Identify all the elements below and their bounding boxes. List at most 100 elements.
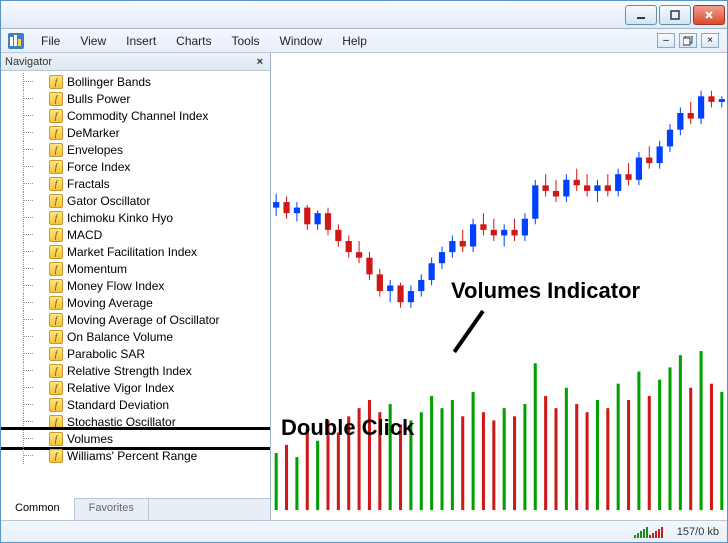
indicator-icon: f: [49, 330, 63, 344]
indicator-label: MACD: [67, 228, 102, 242]
indicator-icon: f: [49, 432, 63, 446]
indicator-icon: f: [49, 92, 63, 106]
connection-icon: [634, 526, 663, 538]
tab-favorites[interactable]: Favorites: [75, 499, 149, 520]
indicator-standard-deviation[interactable]: f Standard Deviation: [1, 396, 270, 413]
indicator-icon: f: [49, 109, 63, 123]
indicator-label: Fractals: [67, 177, 110, 191]
indicator-icon: f: [49, 211, 63, 225]
chart-area[interactable]: Volumes Indicator Double Click: [271, 53, 727, 520]
mdi-minimize-button[interactable]: –: [657, 33, 675, 48]
indicator-moving-average[interactable]: f Moving Average: [1, 294, 270, 311]
indicator-label: On Balance Volume: [67, 330, 173, 344]
indicator-market-facilitation-index[interactable]: f Market Facilitation Index: [1, 243, 270, 260]
indicator-label: Standard Deviation: [67, 398, 169, 412]
indicator-momentum[interactable]: f Momentum: [1, 260, 270, 277]
indicator-force-index[interactable]: f Force Index: [1, 158, 270, 175]
indicator-label: Moving Average of Oscillator: [67, 313, 220, 327]
indicator-commodity-channel-index[interactable]: f Commodity Channel Index: [1, 107, 270, 124]
menu-file[interactable]: File: [31, 31, 70, 51]
indicator-icon: f: [49, 245, 63, 259]
menu-view[interactable]: View: [70, 31, 116, 51]
indicator-fractals[interactable]: f Fractals: [1, 175, 270, 192]
indicator-icon: f: [49, 160, 63, 174]
indicator-icon: f: [49, 381, 63, 395]
indicator-icon: f: [49, 313, 63, 327]
indicator-icon: f: [49, 75, 63, 89]
indicator-icon: f: [49, 449, 63, 463]
indicator-volumes[interactable]: f Volumes: [1, 430, 270, 447]
indicator-label: Momentum: [67, 262, 127, 276]
maximize-button[interactable]: [659, 5, 691, 25]
indicator-gator-oscillator[interactable]: f Gator Oscillator: [1, 192, 270, 209]
indicator-icon: f: [49, 262, 63, 276]
menu-charts[interactable]: Charts: [166, 31, 221, 51]
indicator-macd[interactable]: f MACD: [1, 226, 270, 243]
indicator-icon: f: [49, 415, 63, 429]
mdi-close-button[interactable]: ×: [701, 33, 719, 48]
indicator-label: Bollinger Bands: [67, 75, 151, 89]
tab-common[interactable]: Common: [1, 498, 75, 520]
indicator-parabolic-sar[interactable]: f Parabolic SAR: [1, 345, 270, 362]
indicator-icon: f: [49, 347, 63, 361]
app-window: FileViewInsertChartsToolsWindowHelp – × …: [0, 0, 728, 543]
indicator-label: Relative Strength Index: [67, 364, 192, 378]
mdi-restore-button[interactable]: [679, 33, 697, 48]
navigator-title: Navigator: [5, 56, 52, 68]
indicator-label: Ichimoku Kinko Hyo: [67, 211, 173, 225]
indicator-label: Relative Vigor Index: [67, 381, 174, 395]
indicator-icon: f: [49, 398, 63, 412]
indicator-label: Force Index: [67, 160, 130, 174]
navigator-panel: Navigator × f Bollinger Bands f Bulls Power…: [1, 53, 271, 520]
status-traffic: 157/0 kb: [677, 526, 719, 538]
minimize-button[interactable]: [625, 5, 657, 25]
indicator-label: DeMarker: [67, 126, 120, 140]
indicator-ichimoku-kinko-hyo[interactable]: f Ichimoku Kinko Hyo: [1, 209, 270, 226]
indicator-relative-vigor-index[interactable]: f Relative Vigor Index: [1, 379, 270, 396]
indicator-icon: f: [49, 228, 63, 242]
indicator-money-flow-index[interactable]: f Money Flow Index: [1, 277, 270, 294]
indicator-icon: f: [49, 126, 63, 140]
close-button[interactable]: [693, 5, 725, 25]
indicator-label: Williams' Percent Range: [67, 449, 197, 463]
indicator-on-balance-volume[interactable]: f On Balance Volume: [1, 328, 270, 345]
menu-help[interactable]: Help: [332, 31, 377, 51]
indicator-label: Commodity Channel Index: [67, 109, 208, 123]
indicator-label: Bulls Power: [67, 92, 130, 106]
indicator-label: Money Flow Index: [67, 279, 164, 293]
indicator-tree[interactable]: f Bollinger Bands f Bulls Power f Commodity C…: [1, 71, 270, 498]
navigator-close-button[interactable]: ×: [254, 56, 266, 68]
indicator-label: Gator Oscillator: [67, 194, 150, 208]
menubar: FileViewInsertChartsToolsWindowHelp – ×: [1, 29, 727, 53]
indicator-demarker[interactable]: f DeMarker: [1, 124, 270, 141]
mdi-controls: – ×: [657, 33, 723, 48]
menu-insert[interactable]: Insert: [116, 31, 166, 51]
indicator-bollinger-bands[interactable]: f Bollinger Bands: [1, 73, 270, 90]
statusbar: 157/0 kb: [1, 520, 727, 542]
indicator-moving-average-of-oscillator[interactable]: f Moving Average of Oscillator: [1, 311, 270, 328]
indicator-williams-percent-range[interactable]: f Williams' Percent Range: [1, 447, 270, 464]
indicator-icon: f: [49, 364, 63, 378]
indicator-stochastic-oscillator[interactable]: f Stochastic Oscillator: [1, 413, 270, 430]
indicator-icon: f: [49, 296, 63, 310]
menu-window[interactable]: Window: [270, 31, 333, 51]
navigator-tabs: Common Favorites: [1, 498, 270, 520]
indicator-label: Volumes: [67, 432, 113, 446]
indicator-label: Parabolic SAR: [67, 347, 145, 361]
indicator-icon: f: [49, 194, 63, 208]
indicator-label: Moving Average: [67, 296, 153, 310]
indicator-icon: f: [49, 177, 63, 191]
app-icon: [7, 32, 25, 50]
indicator-relative-strength-index[interactable]: f Relative Strength Index: [1, 362, 270, 379]
titlebar: [1, 1, 727, 29]
indicator-bulls-power[interactable]: f Bulls Power: [1, 90, 270, 107]
indicator-icon: f: [49, 279, 63, 293]
indicator-label: Envelopes: [67, 143, 123, 157]
menu-tools[interactable]: Tools: [222, 31, 270, 51]
indicator-label: Stochastic Oscillator: [67, 415, 176, 429]
navigator-header: Navigator ×: [1, 53, 270, 71]
chart-canvas: [271, 53, 727, 520]
indicator-icon: f: [49, 143, 63, 157]
indicator-label: Market Facilitation Index: [67, 245, 197, 259]
indicator-envelopes[interactable]: f Envelopes: [1, 141, 270, 158]
